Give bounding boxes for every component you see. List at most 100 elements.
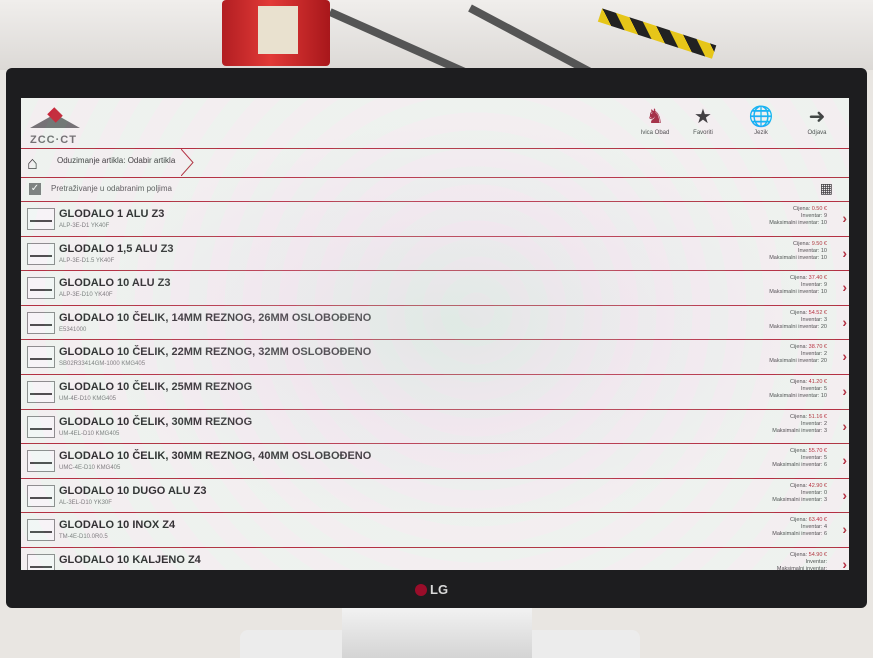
list-item[interactable]: GLODALO 10 ČELIK, 22MM REZNOG, 32MM OSLO… bbox=[21, 340, 849, 375]
max-inventory-label: Maksimalni inventar: bbox=[769, 220, 820, 226]
item-max-inventory: 6 bbox=[823, 531, 827, 538]
item-price: 38.70 € bbox=[808, 344, 827, 351]
inventory-label: Inventar: bbox=[805, 558, 827, 565]
breadcrumb: ⌂ Oduzimanje artikla: Odabir artikla bbox=[21, 148, 849, 178]
item-inventory-line: Inventar: 4 bbox=[772, 524, 827, 531]
inventory-label: Inventar: bbox=[801, 282, 823, 289]
inventory-label: Inventar: bbox=[801, 420, 823, 427]
item-max-inventory-line: Maksimalni inventar: 3 bbox=[772, 428, 827, 435]
item-price: 54.90 € bbox=[808, 551, 827, 558]
inventory-label: Inventar: bbox=[801, 351, 823, 358]
item-thumbnail bbox=[27, 553, 55, 570]
item-max-inventory: 3 bbox=[823, 427, 827, 434]
item-name: GLODALO 10 DUGO ALU Z3 bbox=[59, 484, 207, 497]
max-inventory-label: Maksimalni inventar: bbox=[769, 358, 820, 365]
item-inventory-line: Inventar: 3 bbox=[769, 317, 827, 324]
max-inventory-label: Maksimalni inventar: bbox=[769, 254, 820, 261]
item-price-line: Cijena: 37.40 € bbox=[769, 275, 827, 282]
item-thumbnail bbox=[27, 519, 55, 542]
item-name: GLODALO 10 ČELIK, 22MM REZNOG, 32MM OSLO… bbox=[59, 346, 372, 359]
chevron-right-icon[interactable]: › bbox=[842, 279, 847, 295]
inventory-label: Inventar: bbox=[801, 213, 823, 219]
item-inventory-line: Inventar: bbox=[777, 559, 827, 566]
list-item[interactable]: GLODALO 10 INOX Z4 TM-4E-D10.0R0.5 Cijen… bbox=[21, 513, 849, 548]
list-item[interactable]: GLODALO 10 ČELIK, 30MM REZNOG, 40MM OSLO… bbox=[21, 444, 849, 479]
list-item[interactable]: GLODALO 10 ČELIK, 30MM REZNOG UM-4EL-D10… bbox=[21, 410, 849, 445]
chevron-right-icon[interactable]: › bbox=[842, 521, 847, 537]
breadcrumb-item[interactable]: Oduzimanje artikla: Odabir artikla bbox=[57, 156, 175, 165]
list-item[interactable]: GLODALO 1 ALU Z3 ALP-3E-D1 YK40F Cijena:… bbox=[21, 202, 849, 237]
item-price: 55.70 € bbox=[808, 448, 827, 455]
price-label: Cijena: bbox=[789, 482, 808, 489]
user-label: Ivica Obad bbox=[640, 130, 670, 136]
item-inventory-line: Inventar: 2 bbox=[772, 421, 827, 428]
max-inventory-label: Maksimalni inventar: bbox=[769, 323, 820, 330]
item-thumbnail bbox=[27, 277, 55, 300]
chevron-right-icon[interactable]: › bbox=[842, 556, 847, 570]
list-item[interactable]: GLODALO 10 ALU Z3 ALP-3E-D10 YK40F Cijen… bbox=[21, 271, 849, 306]
item-inventory-line: Inventar: 2 bbox=[769, 351, 827, 358]
item-inventory: 2 bbox=[823, 351, 827, 358]
chevron-right-icon[interactable]: › bbox=[842, 418, 847, 434]
item-max-inventory-line: Maksimalni inventar: 10 bbox=[769, 289, 827, 296]
price-label: Cijena: bbox=[793, 240, 811, 247]
inventory-label: Inventar: bbox=[801, 316, 823, 323]
chevron-right-icon[interactable]: › bbox=[842, 487, 847, 503]
item-max-inventory-line: Maksimalni inventar: 20 bbox=[769, 358, 827, 365]
user-button[interactable]: ♞ Ivica Obad bbox=[631, 104, 679, 136]
item-code: AL-3EL-D10 YK30F bbox=[59, 499, 112, 506]
item-max-inventory-line: Maksimalni inventar: 10 bbox=[769, 393, 827, 400]
item-inventory-line: Inventar: 9 bbox=[769, 282, 827, 289]
price-label: Cijena: bbox=[789, 275, 808, 282]
item-code: TM-4E-D10.0R0.5 bbox=[59, 534, 108, 541]
chevron-right-icon[interactable]: › bbox=[842, 383, 847, 399]
item-thumbnail bbox=[27, 450, 55, 473]
list-item[interactable]: GLODALO 1,5 ALU Z3 ALP-3E-D1.5 YK40F Cij… bbox=[21, 237, 849, 272]
item-stats: Cijena: 37.40 € Inventar: 9 Maksimalni i… bbox=[769, 275, 827, 296]
item-list: GLODALO 1 ALU Z3 ALP-3E-D1 YK40F Cijena:… bbox=[21, 202, 849, 570]
price-label: Cijena: bbox=[789, 413, 808, 420]
top-bar: ZCC·CT ♞ Ivica Obad ★ Favoriti 🌐 Jezik ➜… bbox=[21, 98, 849, 148]
language-button[interactable]: 🌐 Jezik bbox=[737, 104, 785, 136]
favorites-button[interactable]: ★ Favoriti bbox=[679, 104, 727, 136]
app-screen: ZCC·CT ♞ Ivica Obad ★ Favoriti 🌐 Jezik ➜… bbox=[21, 98, 849, 570]
grid-view-icon[interactable]: ▦ bbox=[820, 180, 833, 197]
price-label: Cijena: bbox=[793, 206, 811, 212]
item-name: GLODALO 10 ALU Z3 bbox=[59, 277, 171, 290]
item-inventory: 5 bbox=[823, 385, 827, 392]
brand-logo: ZCC·CT bbox=[30, 107, 90, 146]
item-price: 42.90 € bbox=[808, 482, 827, 489]
chevron-right-icon[interactable]: › bbox=[842, 348, 847, 364]
list-item[interactable]: GLODALO 10 KALJENO Z4 Cijena: 54.90 € In… bbox=[21, 548, 849, 570]
item-inventory: 10 bbox=[820, 247, 827, 254]
list-item[interactable]: GLODALO 10 DUGO ALU Z3 AL-3EL-D10 YK30F … bbox=[21, 479, 849, 514]
chevron-right-icon[interactable]: › bbox=[842, 245, 847, 261]
item-thumbnail bbox=[27, 242, 55, 265]
price-label: Cijena: bbox=[789, 448, 808, 455]
filter-checkbox[interactable]: ✓ bbox=[29, 183, 41, 195]
list-item[interactable]: GLODALO 10 ČELIK, 25MM REZNOG UM-4E-D10 … bbox=[21, 375, 849, 410]
max-inventory-label: Maksimalni inventar: bbox=[769, 289, 820, 296]
chevron-right-icon[interactable]: › bbox=[842, 210, 847, 226]
price-label: Cijena: bbox=[789, 344, 808, 351]
home-icon[interactable]: ⌂ bbox=[27, 153, 38, 174]
item-code: ALP-3E-D1.5 YK40F bbox=[59, 257, 115, 264]
item-price: 9.50 € bbox=[811, 240, 827, 247]
item-max-inventory: 10 bbox=[820, 254, 827, 261]
filter-label: Pretraživanje u odabranim poljima bbox=[51, 184, 172, 193]
item-inventory-line: Inventar: 9 bbox=[769, 213, 827, 220]
item-max-inventory: 20 bbox=[820, 323, 827, 330]
item-price-line: Cijena: 51.16 € bbox=[772, 414, 827, 421]
globe-icon: 🌐 bbox=[748, 106, 774, 128]
chevron-right-icon[interactable]: › bbox=[842, 314, 847, 330]
item-code: ALP-3E-D1 YK40F bbox=[59, 223, 110, 229]
logout-button[interactable]: ➜ Odjava bbox=[793, 104, 841, 136]
item-thumbnail bbox=[27, 484, 55, 507]
language-label: Jezik bbox=[754, 130, 768, 136]
item-code: SB02R33414GM-1000 KMG405 bbox=[59, 361, 146, 368]
item-stats: Cijena: 42.90 € Inventar: 0 Maksimalni i… bbox=[772, 483, 827, 504]
list-item[interactable]: GLODALO 10 ČELIK, 14MM REZNOG, 26MM OSLO… bbox=[21, 306, 849, 341]
brand-name: ZCC·CT bbox=[30, 134, 77, 146]
chevron-right-icon[interactable]: › bbox=[842, 452, 847, 468]
item-code: UMC-4E-D10 KMG405 bbox=[59, 465, 121, 472]
